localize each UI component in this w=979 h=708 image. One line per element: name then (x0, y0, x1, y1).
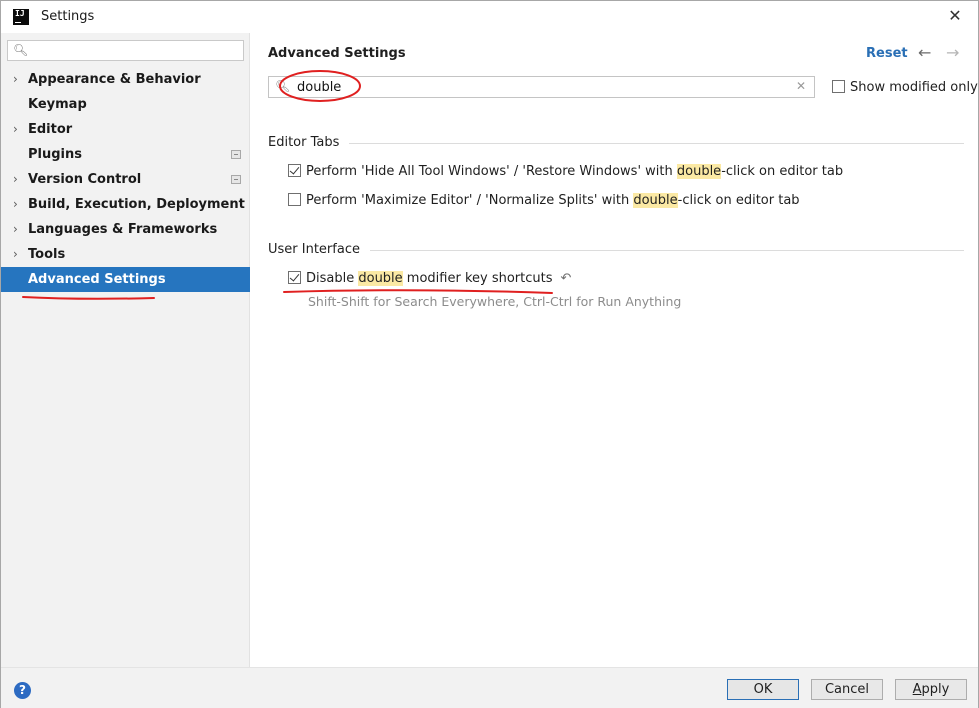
red-annotation-circle (279, 70, 361, 102)
checkbox-icon[interactable] (832, 80, 845, 93)
section-user-interface: User Interface (268, 242, 964, 258)
project-settings-icon (231, 175, 241, 184)
search-match-highlight: double (676, 164, 722, 179)
sidebar-item-languages-frameworks[interactable]: › Languages & Frameworks (1, 217, 250, 242)
arrow-right-icon[interactable]: → (946, 43, 959, 62)
checkbox-checked-icon[interactable] (288, 164, 301, 177)
show-modified-only-checkbox[interactable]: Show modified only (832, 80, 978, 96)
chevron-right-icon: › (13, 247, 18, 261)
chevron-right-icon: › (13, 197, 18, 211)
close-icon[interactable]: ✕ (946, 6, 964, 26)
sidebar-item-tools[interactable]: › Tools (1, 242, 250, 267)
clear-icon[interactable]: ✕ (796, 79, 806, 93)
main-panel: Advanced Settings Reset ← → 🔍︎ double ✕ … (251, 33, 978, 667)
arrow-left-icon[interactable]: ← (918, 43, 931, 62)
chevron-right-icon: › (13, 122, 18, 136)
section-editor-tabs: Editor Tabs (268, 135, 964, 151)
sidebar-item-build-execution-deployment[interactable]: › Build, Execution, Deployment (1, 192, 250, 217)
ok-button[interactable]: OK (727, 679, 799, 700)
option-maximize-editor[interactable]: Perform 'Maximize Editor' / 'Normalize S… (288, 193, 800, 208)
project-settings-icon (231, 150, 241, 159)
red-annotation-underline (22, 296, 155, 300)
revert-icon[interactable]: ↶ (561, 271, 572, 286)
checkbox-checked-icon[interactable] (288, 271, 301, 284)
sidebar-item-plugins[interactable]: Plugins (1, 142, 250, 167)
intellij-logo-icon: IJ (13, 9, 29, 25)
sidebar-item-advanced-settings[interactable]: Advanced Settings (1, 267, 250, 292)
divider (268, 143, 964, 144)
help-icon[interactable]: ? (14, 682, 31, 699)
search-match-highlight: double (633, 193, 678, 208)
sidebar-item-keymap[interactable]: Keymap (1, 92, 250, 117)
section-title: User Interface (268, 242, 370, 257)
page-title: Advanced Settings (268, 46, 406, 61)
chevron-right-icon: › (13, 172, 18, 186)
search-match-highlight: double (358, 271, 403, 286)
sidebar-item-editor[interactable]: › Editor (1, 117, 250, 142)
sidebar-nav: › Appearance & Behavior Keymap › Editor … (1, 67, 250, 292)
window-title: Settings (41, 9, 95, 24)
divider (268, 250, 964, 251)
reset-link[interactable]: Reset (866, 46, 908, 61)
option-disable-double-modifier[interactable]: Disable double modifier key shortcuts ↶ (288, 271, 571, 286)
section-title: Editor Tabs (268, 135, 350, 150)
sidebar-item-version-control[interactable]: › Version Control (1, 167, 250, 192)
chevron-right-icon: › (13, 72, 18, 86)
dialog-footer: ? OK Cancel Apply (1, 667, 978, 708)
title-bar[interactable]: IJ Settings ✕ (1, 1, 978, 33)
sidebar: 🔍︎ › Appearance & Behavior Keymap › Edit… (1, 33, 250, 667)
checkbox-icon[interactable] (288, 193, 301, 206)
cancel-button[interactable]: Cancel (811, 679, 883, 700)
sidebar-search-input[interactable]: 🔍︎ (7, 40, 244, 61)
search-icon: 🔍︎ (13, 43, 29, 57)
chevron-right-icon: › (13, 222, 18, 236)
settings-dialog: IJ Settings ✕ 🔍︎ › Appearance & Behavior… (0, 0, 979, 708)
option-hint: Shift-Shift for Search Everywhere, Ctrl-… (308, 294, 682, 309)
option-hide-all-tool-windows[interactable]: Perform 'Hide All Tool Windows' / 'Resto… (288, 164, 843, 179)
apply-button[interactable]: Apply (895, 679, 967, 700)
sidebar-item-appearance-behavior[interactable]: › Appearance & Behavior (1, 67, 250, 92)
